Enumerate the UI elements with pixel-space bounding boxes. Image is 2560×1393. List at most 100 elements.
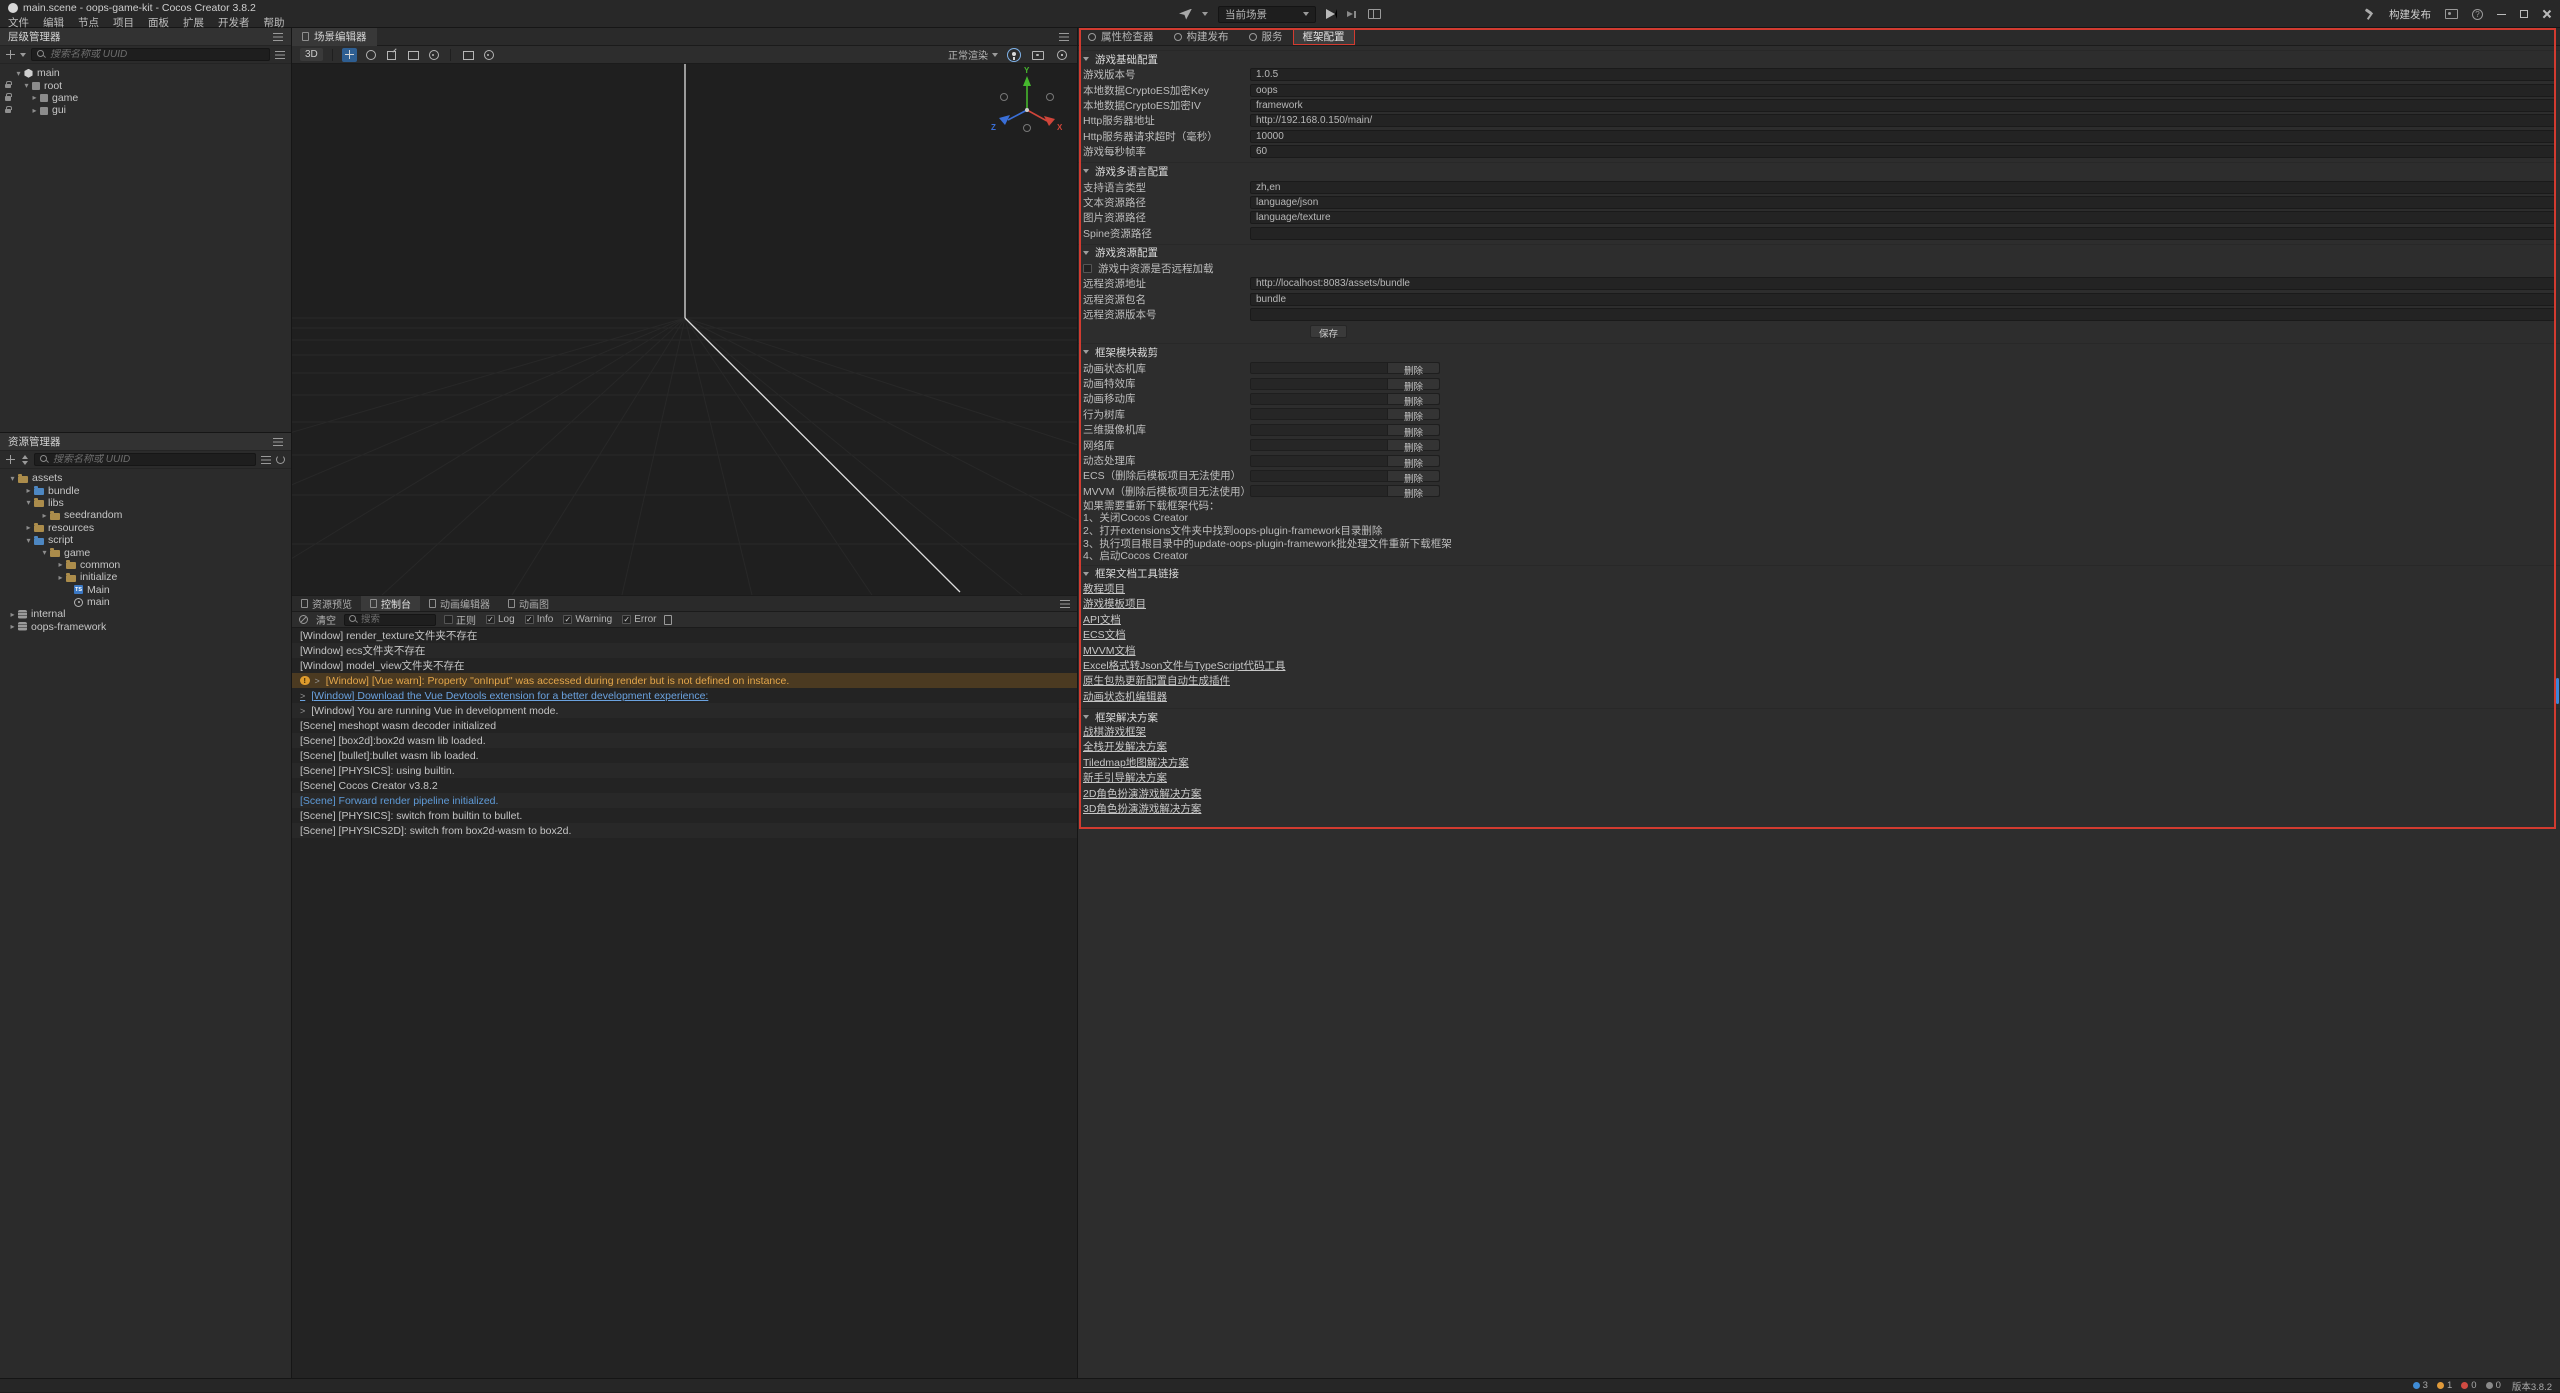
- hierarchy-node-row[interactable]: game: [0, 92, 291, 104]
- asset-row[interactable]: resources: [0, 522, 291, 534]
- delete-module-button[interactable]: 删除: [1387, 456, 1439, 466]
- field-input[interactable]: [1250, 308, 2555, 321]
- expand-caret-icon[interactable]: >: [300, 706, 305, 716]
- doc-link[interactable]: Excel格式转Json文件与TypeScript代码工具: [1083, 659, 1285, 674]
- solution-link[interactable]: 战棋游戏框架: [1083, 725, 1146, 740]
- save-button[interactable]: 保存: [1310, 325, 1347, 338]
- scene-selector[interactable]: 当前场景: [1218, 6, 1316, 23]
- log-row[interactable]: [Scene] meshopt wasm decoder initialized: [292, 718, 1077, 733]
- log-filter[interactable]: 正则: [444, 612, 476, 627]
- log-row[interactable]: ! > [Window] [Vue warn]: Property "onInp…: [292, 673, 1077, 688]
- asset-row[interactable]: libs: [0, 497, 291, 509]
- expand-arrow-icon[interactable]: [40, 548, 49, 557]
- field-input[interactable]: [1250, 211, 2555, 224]
- section-module-trim[interactable]: 框架模块裁剪: [1078, 343, 2560, 360]
- doc-link[interactable]: 动画状态机编辑器: [1083, 690, 1167, 705]
- log-row[interactable]: [Scene] [PHYSICS]: switch from builtin t…: [292, 808, 1077, 823]
- asset-row[interactable]: bundle: [0, 484, 291, 496]
- lock-icon[interactable]: [5, 109, 11, 114]
- inspector-scrollbar[interactable]: [2556, 678, 2559, 704]
- remote-load-checkbox[interactable]: [1083, 264, 1092, 273]
- doc-link[interactable]: MVVM文档: [1083, 644, 1136, 659]
- field-input[interactable]: [1250, 196, 2555, 209]
- expand-caret-icon[interactable]: >: [315, 676, 320, 686]
- expand-arrow-icon[interactable]: [24, 536, 33, 545]
- field-input[interactable]: [1250, 145, 2555, 158]
- doc-link[interactable]: 原生包热更新配置自动生成插件: [1083, 674, 1230, 689]
- field-input[interactable]: [1250, 84, 2555, 97]
- delete-module-button[interactable]: 删除: [1387, 409, 1439, 419]
- log-row[interactable]: [Window] render_texture文件夹不存在: [292, 628, 1077, 643]
- log-filter[interactable]: Info: [525, 612, 554, 627]
- doc-link[interactable]: ECS文档: [1083, 628, 1126, 643]
- render-mode-dropdown[interactable]: 正常渲染: [948, 47, 998, 62]
- log-row[interactable]: [Scene] [bullet]:bullet wasm lib loaded.: [292, 748, 1077, 763]
- delete-module-button[interactable]: 删除: [1387, 440, 1439, 450]
- section-basic-config[interactable]: 游戏基础配置: [1078, 50, 2560, 67]
- filter-icon[interactable]: [261, 456, 271, 464]
- section-language-config[interactable]: 游戏多语言配置: [1078, 162, 2560, 179]
- console-tab[interactable]: 资源预览: [292, 596, 361, 611]
- section-solutions[interactable]: 框架解决方案: [1078, 708, 2560, 725]
- solution-link[interactable]: 3D角色扮演游戏解决方案: [1083, 802, 1201, 817]
- play-button[interactable]: [1326, 9, 1337, 19]
- expand-arrow-icon[interactable]: [14, 69, 23, 78]
- maximize-button[interactable]: [2520, 10, 2528, 18]
- export-log-icon[interactable]: [664, 615, 672, 625]
- solution-link[interactable]: 全栈开发解决方案: [1083, 740, 1167, 755]
- doc-link[interactable]: 教程项目: [1083, 582, 1125, 597]
- filter-checkbox[interactable]: [486, 615, 495, 624]
- delete-module-button[interactable]: 删除: [1387, 425, 1439, 435]
- field-input[interactable]: [1250, 277, 2555, 290]
- tab-scene-editor[interactable]: 场景编辑器: [292, 28, 377, 46]
- inspector-tab[interactable]: 框架配置: [1293, 28, 1355, 45]
- asset-row[interactable]: seedrandom: [0, 509, 291, 521]
- log-row[interactable]: > [Window] Download the Vue Devtools ext…: [292, 688, 1077, 703]
- solution-link[interactable]: 新手引导解决方案: [1083, 771, 1167, 786]
- expand-caret-icon[interactable]: >: [300, 691, 305, 701]
- gizmo-center-icon[interactable]: [426, 48, 441, 62]
- expand-arrow-icon[interactable]: [24, 523, 33, 532]
- asset-row[interactable]: oops-framework: [0, 621, 291, 633]
- hierarchy-node-row[interactable]: root: [0, 79, 291, 91]
- step-button[interactable]: [1347, 9, 1358, 20]
- delete-module-button[interactable]: 删除: [1387, 379, 1439, 389]
- log-row[interactable]: [Scene] [PHYSICS2D]: switch from box2d-w…: [292, 823, 1077, 838]
- delete-module-button[interactable]: 删除: [1387, 363, 1439, 373]
- scene-viewport[interactable]: Y X Z: [292, 64, 1077, 595]
- refresh-icon[interactable]: [276, 455, 285, 464]
- delete-module-button[interactable]: 删除: [1387, 471, 1439, 481]
- status-count[interactable]: 1: [2437, 1380, 2452, 1391]
- status-count[interactable]: 3: [2413, 1380, 2428, 1391]
- rotate-tool-icon[interactable]: [363, 48, 378, 62]
- asset-row[interactable]: internal: [0, 608, 291, 620]
- expand-arrow-icon[interactable]: [8, 622, 17, 631]
- panel-menu-icon[interactable]: [273, 33, 283, 41]
- solution-link[interactable]: 2D角色扮演游戏解决方案: [1083, 787, 1201, 802]
- scene-settings-icon[interactable]: [1054, 48, 1069, 62]
- log-row[interactable]: [Window] ecs文件夹不存在: [292, 643, 1077, 658]
- help-icon[interactable]: [2472, 9, 2483, 20]
- status-count[interactable]: 0: [2486, 1380, 2501, 1391]
- rect-tool-icon[interactable]: [405, 48, 420, 62]
- expand-arrow-icon[interactable]: [22, 81, 31, 90]
- asset-row[interactable]: initialize: [0, 571, 291, 583]
- log-filter[interactable]: Error: [622, 612, 656, 627]
- log-filter[interactable]: Log: [486, 612, 515, 627]
- filter-icon[interactable]: [275, 51, 285, 59]
- filter-checkbox[interactable]: [525, 615, 534, 624]
- scale-tool-icon[interactable]: [384, 48, 399, 62]
- field-input[interactable]: [1250, 293, 2555, 306]
- console-tab[interactable]: 动画编辑器: [420, 596, 499, 611]
- console-search-input[interactable]: [361, 614, 431, 625]
- camera-settings-icon[interactable]: [1030, 48, 1045, 62]
- expand-arrow-icon[interactable]: [24, 498, 33, 507]
- layout-grid-icon[interactable]: [1368, 9, 1381, 19]
- inspector-tab[interactable]: 服务: [1239, 28, 1293, 45]
- panel-menu-icon[interactable]: [273, 438, 283, 446]
- asset-row[interactable]: Main: [0, 584, 291, 596]
- doc-link[interactable]: 游戏模板项目: [1083, 597, 1146, 612]
- console-tab[interactable]: 动画图: [499, 596, 558, 611]
- hierarchy-node-row[interactable]: gui: [0, 104, 291, 116]
- asset-row[interactable]: main: [0, 596, 291, 608]
